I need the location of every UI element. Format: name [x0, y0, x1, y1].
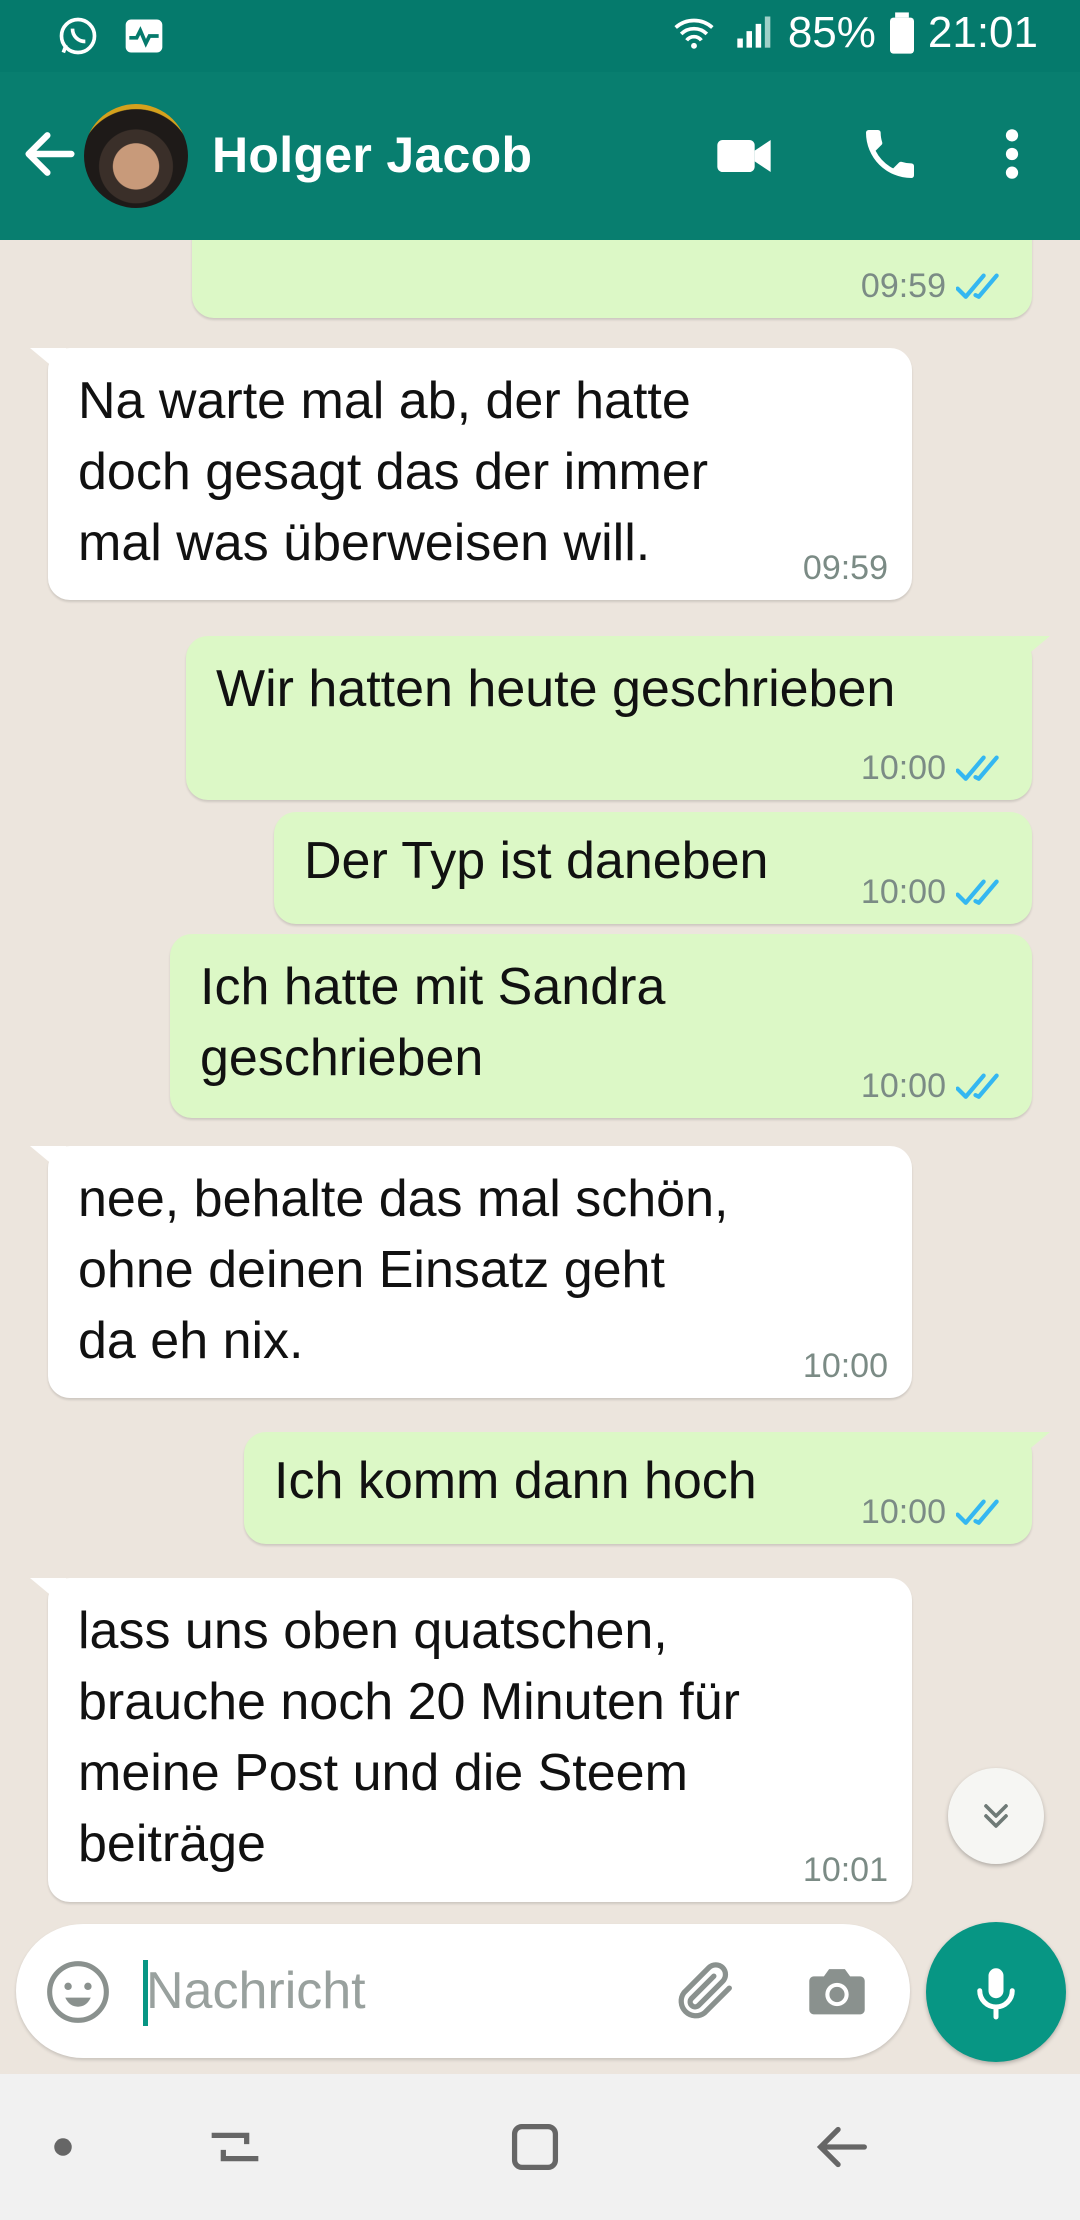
message-time: 10:00 — [802, 1347, 888, 1385]
signal-icon — [737, 16, 771, 48]
message-meta: 10:00 — [861, 1493, 1008, 1532]
message-list[interactable]: 09:59 Na warte mal ab, der hatte doch ge… — [0, 240, 1080, 1930]
clock: 21:01 — [927, 8, 1038, 57]
pulse-icon — [125, 19, 163, 53]
contact-name[interactable]: Holger Jacob — [212, 126, 532, 184]
double-chevron-down-icon — [984, 1804, 1008, 1828]
whatsapp-icon — [59, 17, 97, 55]
message-outgoing[interactable]: 09:59 — [192, 240, 1032, 318]
more-vert-icon[interactable] — [992, 122, 1032, 186]
bubble-tail — [30, 1146, 66, 1176]
message-outgoing[interactable]: Wir hatten heute geschrieben 10:00 — [186, 636, 1050, 800]
read-ticks-icon — [956, 1073, 999, 1099]
message-text: Ich komm dann hoch — [274, 1452, 757, 1510]
message-meta: 10:00 — [861, 873, 1008, 912]
message-time: 10:00 — [860, 873, 946, 911]
read-ticks-icon — [956, 1499, 999, 1525]
message-meta: 09:59 — [861, 267, 1008, 306]
message-incoming[interactable]: nee, behalte das mal schön, ohne deinen … — [30, 1146, 912, 1398]
bubble-tail — [1014, 636, 1050, 666]
wifi-icon — [674, 18, 714, 49]
message-time: 10:00 — [860, 1493, 946, 1531]
message-input[interactable] — [146, 1948, 646, 2034]
message-text: Ich hatte mit Sandra geschrieben — [200, 958, 666, 1087]
battery-percent: 85% — [787, 8, 876, 57]
bubble-tail — [30, 1578, 66, 1608]
battery-icon — [889, 12, 914, 54]
message-meta: 10:00 — [861, 749, 1008, 788]
read-ticks-icon — [956, 273, 999, 299]
message-outgoing[interactable]: Der Typ ist daneben 10:00 — [274, 812, 1032, 924]
scroll-to-bottom-button[interactable] — [948, 1768, 1044, 1864]
paperclip-icon[interactable] — [671, 1956, 741, 2026]
avatar[interactable] — [84, 104, 188, 208]
message-text: lass uns oben quatschen, brauche noch 20… — [78, 1602, 740, 1873]
home-icon[interactable] — [500, 2112, 570, 2182]
read-ticks-icon — [956, 755, 999, 781]
read-ticks-icon — [956, 879, 999, 905]
chat-header: Holger Jacob — [0, 72, 1080, 240]
message-meta: 10:00 — [803, 1347, 888, 1386]
message-meta: 10:01 — [803, 1851, 888, 1890]
message-time: 09:59 — [860, 267, 946, 305]
back-arrow-icon[interactable] — [18, 122, 82, 186]
message-incoming[interactable]: Na warte mal ab, der hatte doch gesagt d… — [30, 348, 912, 600]
back-icon[interactable] — [806, 2112, 876, 2182]
dot-icon[interactable] — [28, 2112, 98, 2182]
recent-apps-icon[interactable] — [200, 2112, 270, 2182]
emoji-icon[interactable] — [44, 1958, 112, 2026]
phone-icon[interactable] — [858, 122, 922, 186]
message-outgoing[interactable]: Ich komm dann hoch 10:00 — [244, 1432, 1050, 1544]
message-meta: 10:00 — [861, 1067, 1008, 1106]
voice-record-button[interactable] — [926, 1922, 1066, 2062]
system-nav-bar — [0, 2074, 1080, 2220]
message-time: 10:01 — [802, 1851, 888, 1889]
message-text: Na warte mal ab, der hatte doch gesagt d… — [78, 372, 709, 572]
microphone-icon — [977, 1968, 1015, 2020]
status-bar: 85% 21:01 — [0, 0, 1080, 72]
message-time: 09:59 — [802, 549, 888, 587]
bubble-tail — [30, 348, 66, 378]
camera-icon[interactable] — [802, 1956, 872, 2026]
message-composer — [16, 1924, 910, 2058]
message-time: 10:00 — [860, 749, 946, 787]
bubble-tail — [1014, 1432, 1050, 1462]
message-outgoing[interactable]: Ich hatte mit Sandra geschrieben 10:00 — [170, 934, 1032, 1118]
message-time: 10:00 — [860, 1067, 946, 1105]
message-text: Der Typ ist daneben — [304, 832, 769, 890]
message-text: Wir hatten heute geschrieben — [216, 660, 896, 718]
message-text: nee, behalte das mal schön, ohne deinen … — [78, 1170, 729, 1370]
video-call-icon[interactable] — [712, 124, 776, 188]
message-meta: 09:59 — [803, 549, 888, 588]
message-incoming[interactable]: lass uns oben quatschen, brauche noch 20… — [30, 1578, 912, 1902]
